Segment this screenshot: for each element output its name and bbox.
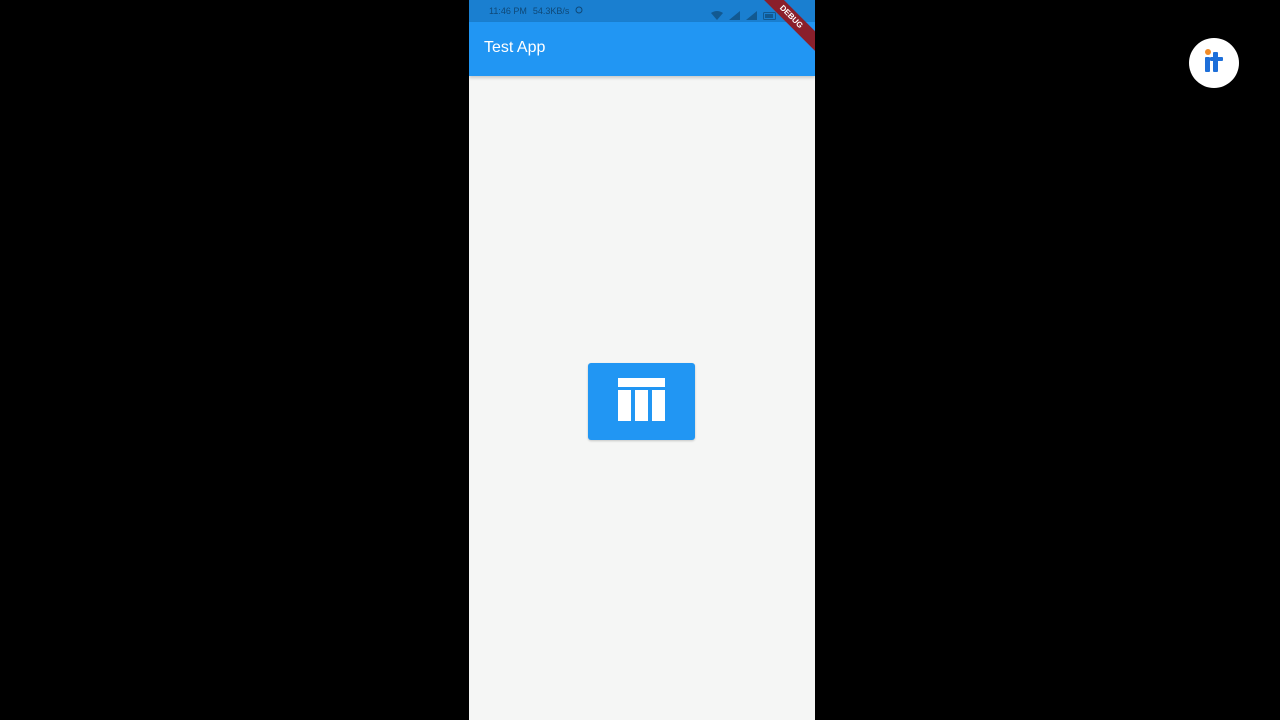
it-logo-icon [1201, 48, 1227, 79]
status-time: 11:46 PM [489, 6, 527, 16]
app-title: Test App [484, 39, 546, 56]
channel-logo [1189, 38, 1239, 88]
app-bar: Test App [469, 22, 815, 76]
status-bar: 11:46 PM 54.3KB/s [469, 0, 815, 22]
status-network-speed: 54.3KB/s [532, 6, 570, 16]
alarm-icon [575, 0, 583, 22]
table-action-button[interactable] [588, 363, 695, 440]
phone-screen: 11:46 PM 54.3KB/s Test App DEBUG [469, 0, 815, 720]
table-layout-icon [618, 377, 665, 426]
status-left: 11:46 PM 54.3KB/s [489, 0, 583, 22]
screen: 11:46 PM 54.3KB/s Test App DEBUG [0, 0, 1280, 720]
